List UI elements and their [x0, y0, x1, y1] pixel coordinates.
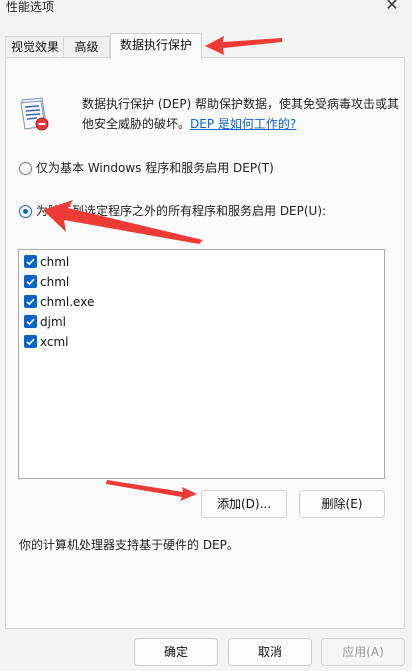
radio-essential-only-label[interactable]: 仅为基本 Windows 程序和服务启用 DEP(T) [36, 159, 274, 176]
list-item[interactable]: chml [23, 253, 363, 271]
program-name: chml.exe [40, 295, 95, 309]
check-icon [26, 318, 35, 326]
checkbox-checked[interactable] [24, 275, 37, 288]
radio-all-except-selected[interactable] [19, 205, 32, 218]
close-button[interactable]: ✕ [372, 0, 412, 18]
checkbox-checked[interactable] [24, 255, 37, 268]
program-name: xcml [40, 335, 69, 349]
list-item[interactable]: chml [23, 273, 363, 291]
hardware-dep-support-text: 你的计算机处理器支持基于硬件的 DEP。 [19, 538, 239, 552]
check-icon [26, 258, 35, 266]
dep-description: 数据执行保护 (DEP) 帮助保护数据，使其免受病毒攻击或其他安全威胁的破坏。D… [82, 94, 400, 134]
dep-help-link[interactable]: DEP 是如何工作的? [190, 117, 296, 131]
checkbox-checked[interactable] [24, 295, 37, 308]
add-button[interactable]: 添加(D)... [201, 490, 287, 518]
title-bar: 性能选项 ✕ [0, 0, 412, 22]
dep-shield-document-icon [20, 97, 49, 131]
arrow-to-dep-tab [205, 36, 282, 55]
cancel-button[interactable]: 取消 [228, 638, 312, 666]
program-name: chml [40, 275, 70, 289]
list-item[interactable]: chml.exe [23, 293, 363, 311]
tab-advanced[interactable]: 高级 [63, 36, 110, 58]
apply-button[interactable]: 应用(A) [321, 638, 405, 666]
list-item[interactable]: xcml [23, 333, 363, 351]
check-icon [26, 298, 35, 306]
radio-essential-only[interactable] [19, 162, 32, 175]
remove-button[interactable]: 删除(E) [299, 490, 385, 518]
check-icon [26, 278, 35, 286]
check-icon [26, 338, 35, 346]
checkbox-checked[interactable] [24, 315, 37, 328]
tab-visual-effects[interactable]: 视觉效果 [5, 36, 65, 58]
ok-button[interactable]: 确定 [134, 638, 218, 666]
program-name: djml [40, 315, 66, 329]
window-title: 性能选项 [6, 0, 55, 14]
radio-all-except-selected-label[interactable]: 为除下列选定程序之外的所有程序和服务启用 DEP(U): [36, 202, 326, 219]
list-item[interactable]: djml [23, 313, 363, 331]
tab-dep[interactable]: 数据执行保护 [110, 33, 202, 59]
program-list[interactable]: chml chml chml.exe djml xcml [18, 249, 385, 479]
program-name: chml [40, 255, 70, 269]
checkbox-checked[interactable] [24, 335, 37, 348]
